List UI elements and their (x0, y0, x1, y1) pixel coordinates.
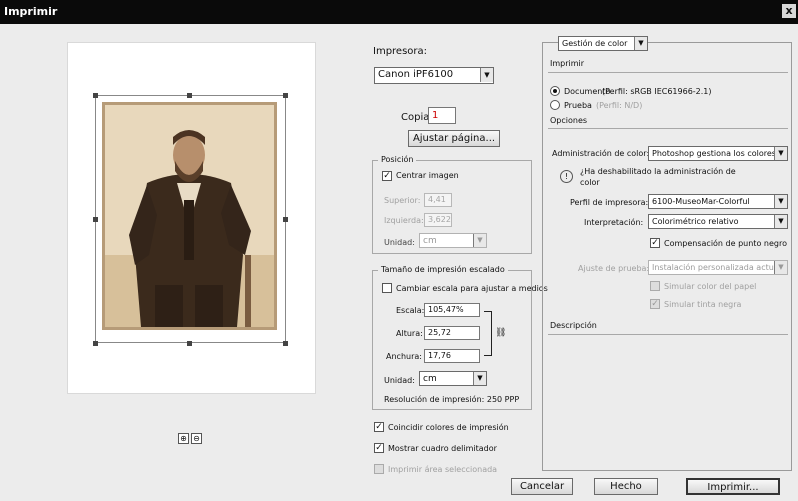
center-image-label: Centrar imagen (396, 171, 459, 180)
chevron-down-icon: ▼ (473, 234, 486, 247)
scaled-unit-label: Unidad: (384, 376, 415, 385)
width-label: Anchura: (386, 352, 422, 361)
resize-handle-bc[interactable] (187, 341, 192, 346)
sim-paper-checkbox[interactable] (650, 281, 660, 291)
bpc-checkbox[interactable]: ✓ (650, 238, 660, 248)
printer-profile-label: Perfil de impresora: (570, 198, 649, 207)
copies-input[interactable]: 1 (428, 107, 456, 124)
scale-to-fit-label: Cambiar escala para ajustar a medios (396, 284, 548, 293)
chevron-down-icon: ▼ (480, 68, 493, 82)
proof-profile: (Perfil: N/D) (596, 101, 643, 110)
scale-to-fit-checkbox[interactable] (382, 283, 392, 293)
window-title: Imprimir (4, 5, 58, 18)
zoom-controls: ⊕ ⊖ (178, 433, 204, 444)
scale-input[interactable]: 105,47% (424, 303, 480, 317)
title-bar: Imprimir x (0, 0, 798, 24)
chevron-down-icon: ▼ (774, 147, 787, 160)
warning-text-2: color (580, 178, 600, 187)
sim-ink-label: Simular tinta negra (664, 300, 742, 309)
resize-handle-br[interactable] (283, 341, 288, 346)
resize-handle-tr[interactable] (283, 93, 288, 98)
printer-value: Canon iPF6100 (378, 69, 454, 80)
resize-handle-ml[interactable] (93, 217, 98, 222)
printer-profile-value: 6100-MuseoMar-Colorful (652, 197, 750, 206)
bounding-box-label: Mostrar cuadro delimitador (388, 444, 497, 453)
center-image-checkbox[interactable]: ✓ (382, 171, 392, 181)
print-header: Imprimir (550, 59, 585, 68)
print-selected-label: Imprimir área seleccionada (388, 465, 498, 474)
width-input[interactable]: 17,76 (424, 349, 480, 363)
link-icon[interactable]: ⛓ (495, 328, 506, 338)
resize-handle-bl[interactable] (93, 341, 98, 346)
height-input[interactable]: 25,72 (424, 326, 480, 340)
printer-select[interactable]: Canon iPF6100 ▼ (374, 67, 494, 84)
left-input[interactable]: 3,622 (424, 213, 452, 227)
divider (548, 128, 788, 129)
proof-setup-label: Ajuste de prueba: (578, 264, 650, 273)
output-mode-value: Gestión de color (562, 39, 628, 48)
print-dialog: Imprimir x ⊕ ⊖ Impresora: Canon iPF6100 … (0, 0, 798, 501)
divider (548, 72, 788, 73)
top-label: Superior: (384, 196, 421, 205)
document-profile: (Perfil: sRGB IEC61966-2.1) (602, 87, 712, 96)
intent-value: Colorimétrico relativo (652, 217, 739, 226)
print-button[interactable]: Imprimir... (686, 478, 780, 495)
print-selected-checkbox[interactable] (374, 464, 384, 474)
proof-label: Prueba (564, 101, 592, 110)
height-label: Altura: (396, 329, 423, 338)
bpc-label: Compensación de punto negro (664, 239, 787, 248)
resize-handle-tc[interactable] (187, 93, 192, 98)
sim-ink-checkbox[interactable]: ✓ (650, 299, 660, 309)
position-unit-label: Unidad: (384, 238, 415, 247)
constrain-bracket (484, 311, 492, 356)
resize-handle-tl[interactable] (93, 93, 98, 98)
printer-profile-select[interactable]: 6100-MuseoMar-Colorful ▼ (648, 194, 788, 209)
match-colors-checkbox[interactable]: ✓ (374, 422, 384, 432)
chevron-down-icon: ▼ (634, 37, 647, 50)
chevron-down-icon: ▼ (774, 195, 787, 208)
color-handling-label: Administración de color: (552, 149, 650, 158)
close-icon[interactable]: x (782, 4, 796, 18)
cancel-button[interactable]: Cancelar (511, 478, 573, 495)
match-colors-label: Coincidir colores de impresión (388, 423, 509, 432)
zoom-out-icon[interactable]: ⊖ (191, 433, 202, 444)
sim-paper-label: Simular color del papel (664, 282, 757, 291)
chevron-down-icon: ▼ (473, 372, 486, 385)
done-button[interactable]: Hecho (594, 478, 658, 495)
warning-text-1: ¿Ha deshabilitado la administración de (580, 167, 736, 176)
warning-icon: ! (560, 170, 573, 183)
chevron-down-icon: ▼ (774, 215, 787, 228)
position-unit-select[interactable]: cm ▼ (419, 233, 487, 248)
color-handling-value: Photoshop gestiona los colores (652, 149, 776, 158)
description-header: Descripción (550, 321, 597, 330)
proof-setup-select[interactable]: Instalación personalizada actual ▼ (648, 260, 788, 275)
output-mode-select[interactable]: Gestión de color ▼ (558, 36, 648, 51)
printer-label: Impresora: (373, 46, 428, 57)
scaled-unit-value: cm (423, 374, 437, 384)
document-radio[interactable] (550, 86, 560, 96)
scaled-unit-select[interactable]: cm ▼ (419, 371, 487, 386)
zoom-in-icon[interactable]: ⊕ (178, 433, 189, 444)
portrait-image (105, 105, 274, 327)
color-handling-select[interactable]: Photoshop gestiona los colores ▼ (648, 146, 788, 161)
intent-label: Interpretación: (584, 218, 644, 227)
divider (548, 334, 788, 335)
resize-handle-mr[interactable] (283, 217, 288, 222)
left-label: Izquierda: (384, 216, 424, 225)
intent-select[interactable]: Colorimétrico relativo ▼ (648, 214, 788, 229)
top-input[interactable]: 4,41 (424, 193, 452, 207)
bounding-box-checkbox[interactable]: ✓ (374, 443, 384, 453)
scaled-size-legend: Tamaño de impresión escalado (378, 265, 508, 274)
photo-preview (102, 102, 277, 330)
print-resolution: Resolución de impresión: 250 PPP (384, 395, 520, 404)
chevron-down-icon: ▼ (774, 261, 787, 274)
position-legend: Posición (378, 155, 417, 164)
page-setup-button[interactable]: Ajustar página... (408, 130, 500, 147)
scale-label: Escala: (396, 306, 425, 315)
proof-setup-value: Instalación personalizada actual (652, 263, 781, 272)
position-unit-value: cm (423, 236, 437, 246)
options-header: Opciones (550, 116, 588, 125)
proof-radio[interactable] (550, 100, 560, 110)
